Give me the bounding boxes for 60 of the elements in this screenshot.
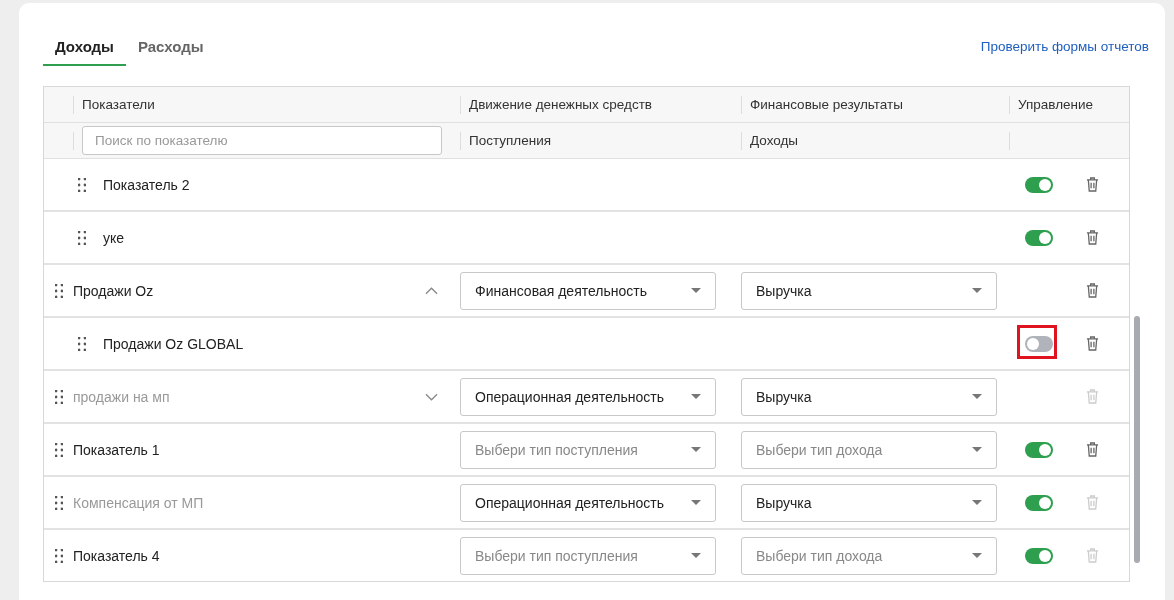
column-subheader: Доходы	[750, 133, 799, 148]
tab[interactable]: Расходы	[125, 33, 216, 66]
income-type-dropdown[interactable]: Выбери тип дохода	[741, 536, 997, 575]
indicator-name: Компенсация от МП	[73, 494, 205, 511]
income-type-dropdown[interactable]: Выручка	[741, 483, 997, 522]
indicator-name: уке	[103, 229, 126, 246]
indicator-name: Показатель 4	[73, 547, 161, 564]
caret-icon	[691, 553, 701, 558]
income-type-dropdown[interactable]: Выручка	[741, 377, 997, 416]
drag-handle-icon[interactable]	[54, 283, 63, 298]
drag-handle-icon[interactable]	[54, 548, 63, 563]
check-forms-link[interactable]: Проверить формы отчетов	[980, 39, 1149, 54]
drag-handle-icon[interactable]	[78, 230, 86, 245]
scrollbar-thumb[interactable]	[1134, 316, 1140, 563]
caret-icon	[691, 288, 701, 293]
toggle-switch[interactable]	[1025, 176, 1053, 193]
trash-icon[interactable]	[1086, 177, 1099, 192]
caret-icon	[972, 500, 982, 505]
tab[interactable]: Доходы	[43, 33, 126, 66]
trash-icon[interactable]	[1086, 230, 1099, 245]
toggle-switch[interactable]	[1025, 441, 1053, 458]
toggle-switch[interactable]	[1025, 494, 1053, 511]
caret-icon	[972, 394, 982, 399]
caret-icon	[691, 394, 701, 399]
drag-handle-icon[interactable]	[54, 442, 63, 457]
cash-flow-dropdown[interactable]: Финансовая деятельность	[460, 271, 716, 310]
caret-icon	[972, 288, 982, 293]
caret-icon	[972, 447, 982, 452]
cash-flow-dropdown[interactable]: Операционная деятельность	[460, 483, 716, 522]
income-type-dropdown[interactable]: Выбери тип дохода	[741, 430, 997, 469]
indicator-name: продажи на мп	[73, 388, 171, 405]
chevron-icon[interactable]	[425, 286, 438, 295]
cash-flow-dropdown[interactable]: Выбери тип поступления	[460, 536, 716, 575]
indicator-name: Показатель 1	[73, 441, 161, 458]
drag-handle-icon[interactable]	[78, 177, 86, 192]
trash-icon[interactable]	[1086, 442, 1099, 457]
caret-icon	[691, 447, 701, 452]
cash-flow-dropdown[interactable]: Выбери тип поступления	[460, 430, 716, 469]
column-header: Показатели	[82, 97, 155, 112]
toggle-switch[interactable]	[1025, 547, 1053, 564]
caret-icon	[972, 553, 982, 558]
income-type-dropdown[interactable]: Выручка	[741, 271, 997, 310]
column-subheader: Поступления	[469, 133, 552, 148]
toggle-switch[interactable]	[1025, 229, 1053, 246]
drag-handle-icon[interactable]	[54, 389, 63, 404]
indicator-name: Продажи Oz	[73, 282, 155, 299]
trash-icon[interactable]	[1086, 283, 1099, 298]
column-header: Финансовые результаты	[750, 97, 903, 112]
drag-handle-icon[interactable]	[78, 336, 86, 351]
search-field[interactable]: Поиск по показателю	[82, 126, 442, 155]
cash-flow-dropdown[interactable]: Операционная деятельность	[460, 377, 716, 416]
toggle-switch[interactable]	[1025, 335, 1053, 352]
indicator-name: Продажи Oz GLOBAL	[103, 335, 245, 352]
drag-handle-icon[interactable]	[54, 495, 63, 510]
column-header: Управление	[1018, 97, 1094, 112]
chevron-icon[interactable]	[425, 392, 438, 401]
caret-icon	[691, 500, 701, 505]
column-header: Движение денежных средств	[469, 97, 652, 112]
indicator-name: Показатель 2	[103, 176, 191, 193]
trash-icon[interactable]	[1086, 336, 1099, 351]
